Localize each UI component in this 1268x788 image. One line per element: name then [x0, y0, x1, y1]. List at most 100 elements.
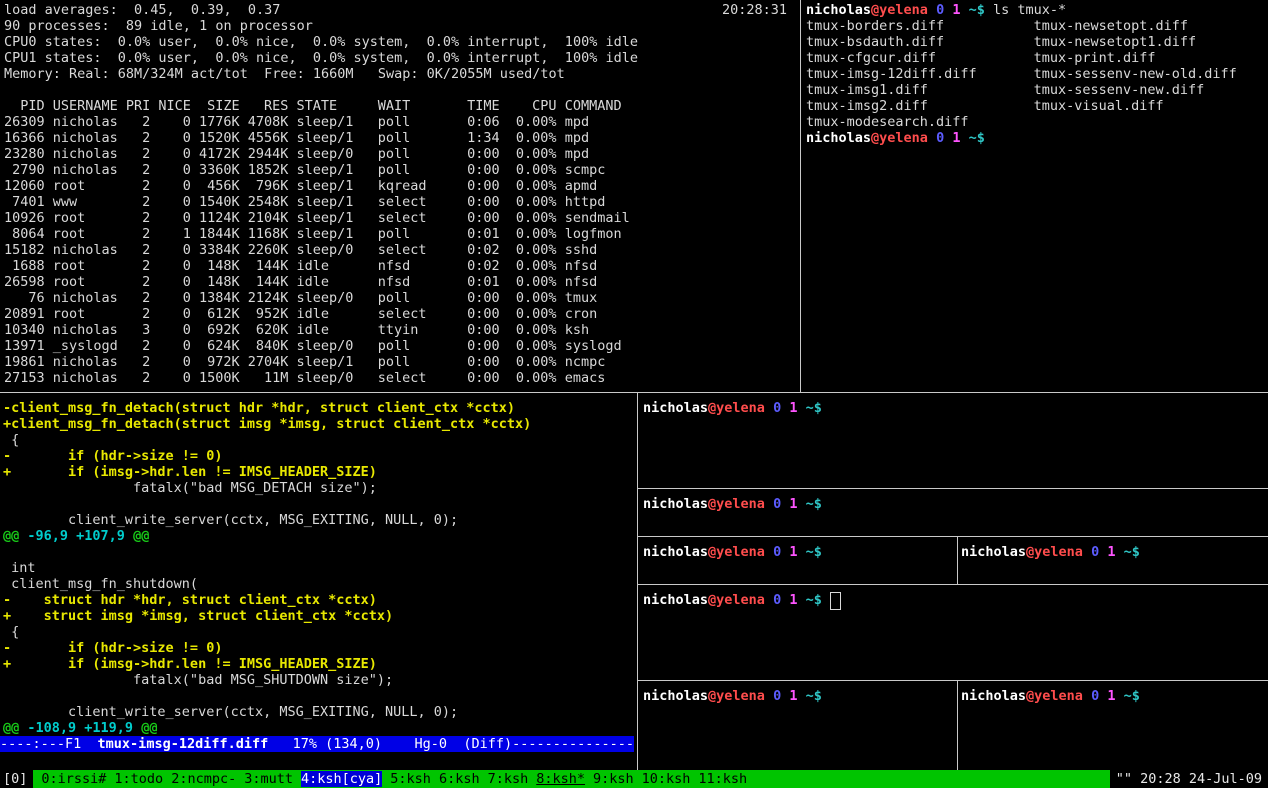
res: 796K: [248, 178, 289, 194]
pid: 26598: [4, 274, 45, 290]
pid: 23280: [4, 146, 45, 162]
process-row: 10926root201124K2104Ksleep/1select0:000.…: [4, 210, 801, 226]
pane-shell-a[interactable]: nicholas@yelena 0 1 ~$: [643, 393, 1268, 495]
time: 0:00: [459, 194, 500, 210]
res: 840K: [248, 338, 289, 354]
res: 11M: [248, 370, 289, 386]
size: 972K: [199, 354, 240, 370]
window-item-10-ksh[interactable]: 10:ksh: [642, 771, 691, 787]
file-name: tmux-imsg-12diff.diff: [806, 66, 1034, 82]
pane-shell-b[interactable]: nicholas@yelena 0 1 ~$: [643, 489, 1268, 543]
file-name: tmux-cfgcur.diff: [806, 50, 1034, 66]
blank-line: [3, 496, 634, 512]
nice: 0: [158, 130, 191, 146]
hdr-cpu: CPU: [508, 98, 557, 114]
size: 3360K: [199, 162, 240, 178]
window-item-0-irssi[interactable]: 0:irssi#: [41, 771, 106, 787]
pane-shell-files[interactable]: nicholas@yelena 0 1 ~$ ls tmux-* tmux-bo…: [806, 0, 1268, 394]
nice: 0: [158, 274, 191, 290]
prompt-sigil: ~$: [797, 592, 821, 608]
pane-shell-c-right[interactable]: nicholas@yelena 0 1 ~$: [961, 537, 1268, 591]
hunk-at: @@: [3, 720, 27, 736]
hdr-pri: PRI: [126, 98, 150, 114]
nice: 0: [158, 258, 191, 274]
cpu: 0.00%: [508, 242, 557, 258]
pane-shell-e-left[interactable]: nicholas@yelena 0 1 ~$: [643, 681, 955, 777]
diff-context-line: fatalx("bad MSG_DETACH size");: [3, 480, 634, 496]
emacs-modeline: ----:---F1 tmux-imsg-12diff.diff 17% (13…: [0, 736, 634, 752]
wait: select: [378, 242, 451, 258]
prompt-user: nicholas: [643, 688, 708, 704]
size: 1520K: [199, 130, 240, 146]
prompt-at-sign: @: [1026, 688, 1034, 704]
diff-added-line: +client_msg_fn_detach(struct imsg *imsg,…: [3, 416, 634, 432]
nice: 0: [158, 210, 191, 226]
wait: poll: [378, 290, 451, 306]
modeline-major-mode: (Diff): [447, 736, 512, 752]
command: logfmon: [565, 226, 622, 242]
state: idle: [297, 322, 370, 338]
pri: 2: [126, 162, 150, 178]
modeline-vc-status: Hg-0: [415, 736, 448, 752]
wait: poll: [378, 354, 451, 370]
window-item-3-mutt[interactable]: 3:mutt: [244, 771, 293, 787]
command: cron: [565, 306, 598, 322]
res: 144K: [248, 274, 289, 290]
prompt-host: yelena: [716, 544, 765, 560]
window-item-1-todo[interactable]: 1:todo: [114, 771, 163, 787]
state: sleep/1: [297, 194, 370, 210]
pid: 15182: [4, 242, 45, 258]
modeline-buffer-name: tmux-imsg-12diff.diff: [98, 736, 269, 752]
shell-prompt-line: nicholas@yelena 0 1 ~$: [643, 544, 955, 560]
username: root: [53, 274, 118, 290]
pane-emacs[interactable]: -client_msg_fn_detach(struct hdr *hdr, s…: [0, 393, 634, 770]
prompt-sigil: ~$: [797, 400, 821, 416]
size: 148K: [199, 274, 240, 290]
process-row: 76nicholas201384K2124Ksleep/0poll0:000.0…: [4, 290, 801, 306]
pid: 8064: [4, 226, 45, 242]
cpu: 0.00%: [508, 338, 557, 354]
process-row: 8064root211844K1168Ksleep/1poll0:010.00%…: [4, 226, 801, 242]
wait: select: [378, 370, 451, 386]
window-item-9-ksh[interactable]: 9:ksh: [593, 771, 634, 787]
prompt-sigil: ~$: [1115, 544, 1139, 560]
command: sendmail: [565, 210, 630, 226]
cpu: 0.00%: [508, 162, 557, 178]
diff-context-line: {: [3, 432, 634, 448]
nice: 0: [158, 306, 191, 322]
window-item-11-ksh[interactable]: 11:ksh: [698, 771, 747, 787]
tmux-screen: load averages: 0.45, 0.39, 0.37 90 proce…: [0, 0, 1268, 788]
size: 692K: [199, 322, 240, 338]
state: sleep/1: [297, 114, 370, 130]
pane-shell-e-right[interactable]: nicholas@yelena 0 1 ~$: [961, 681, 1268, 777]
diff-added-line: + if (imsg->hdr.len != IMSG_HEADER_SIZE): [3, 656, 634, 672]
pid: 27153: [4, 370, 45, 386]
pane-shell-c-left[interactable]: nicholas@yelena 0 1 ~$: [643, 537, 955, 591]
window-item-2-ncmpc[interactable]: 2:ncmpc-: [171, 771, 236, 787]
window-item-4-ksh-alert[interactable]: 4:ksh[cya]: [301, 771, 382, 787]
file-name: tmux-newsetopt1.diff: [1034, 34, 1197, 50]
process-row: 20891root20612K952Kidleselect0:000.00%cr…: [4, 306, 801, 322]
prompt-number-2: 1: [781, 400, 797, 416]
command: apmd: [565, 178, 598, 194]
wait: nfsd: [378, 274, 451, 290]
window-item-7-ksh[interactable]: 7:ksh: [488, 771, 529, 787]
prompt-number-1: 0: [765, 592, 781, 608]
state: sleep/1: [297, 354, 370, 370]
pane-border-vertical-c: [957, 537, 958, 584]
diff-context-line: int: [3, 560, 634, 576]
file-list-row: tmux-imsg2.difftmux-visual.diff: [806, 98, 1268, 114]
pid: 2790: [4, 162, 45, 178]
pid: 19861: [4, 354, 45, 370]
res: 4556K: [248, 130, 289, 146]
hdr-state: STATE: [297, 98, 370, 114]
pane-shell-active[interactable]: nicholas@yelena 0 1 ~$: [643, 585, 1268, 687]
wait: poll: [378, 130, 451, 146]
window-item-6-ksh[interactable]: 6:ksh: [439, 771, 480, 787]
pane-top-processes[interactable]: load averages: 0.45, 0.39, 0.37 90 proce…: [0, 0, 801, 394]
window-item-5-ksh[interactable]: 5:ksh: [390, 771, 431, 787]
prompt-sigil: ~$: [960, 130, 984, 146]
window-item-8-ksh-current[interactable]: 8:ksh*: [536, 771, 585, 787]
hdr-nice: NICE: [158, 98, 191, 114]
file-list-row: tmux-borders.difftmux-newsetopt.diff: [806, 18, 1268, 34]
